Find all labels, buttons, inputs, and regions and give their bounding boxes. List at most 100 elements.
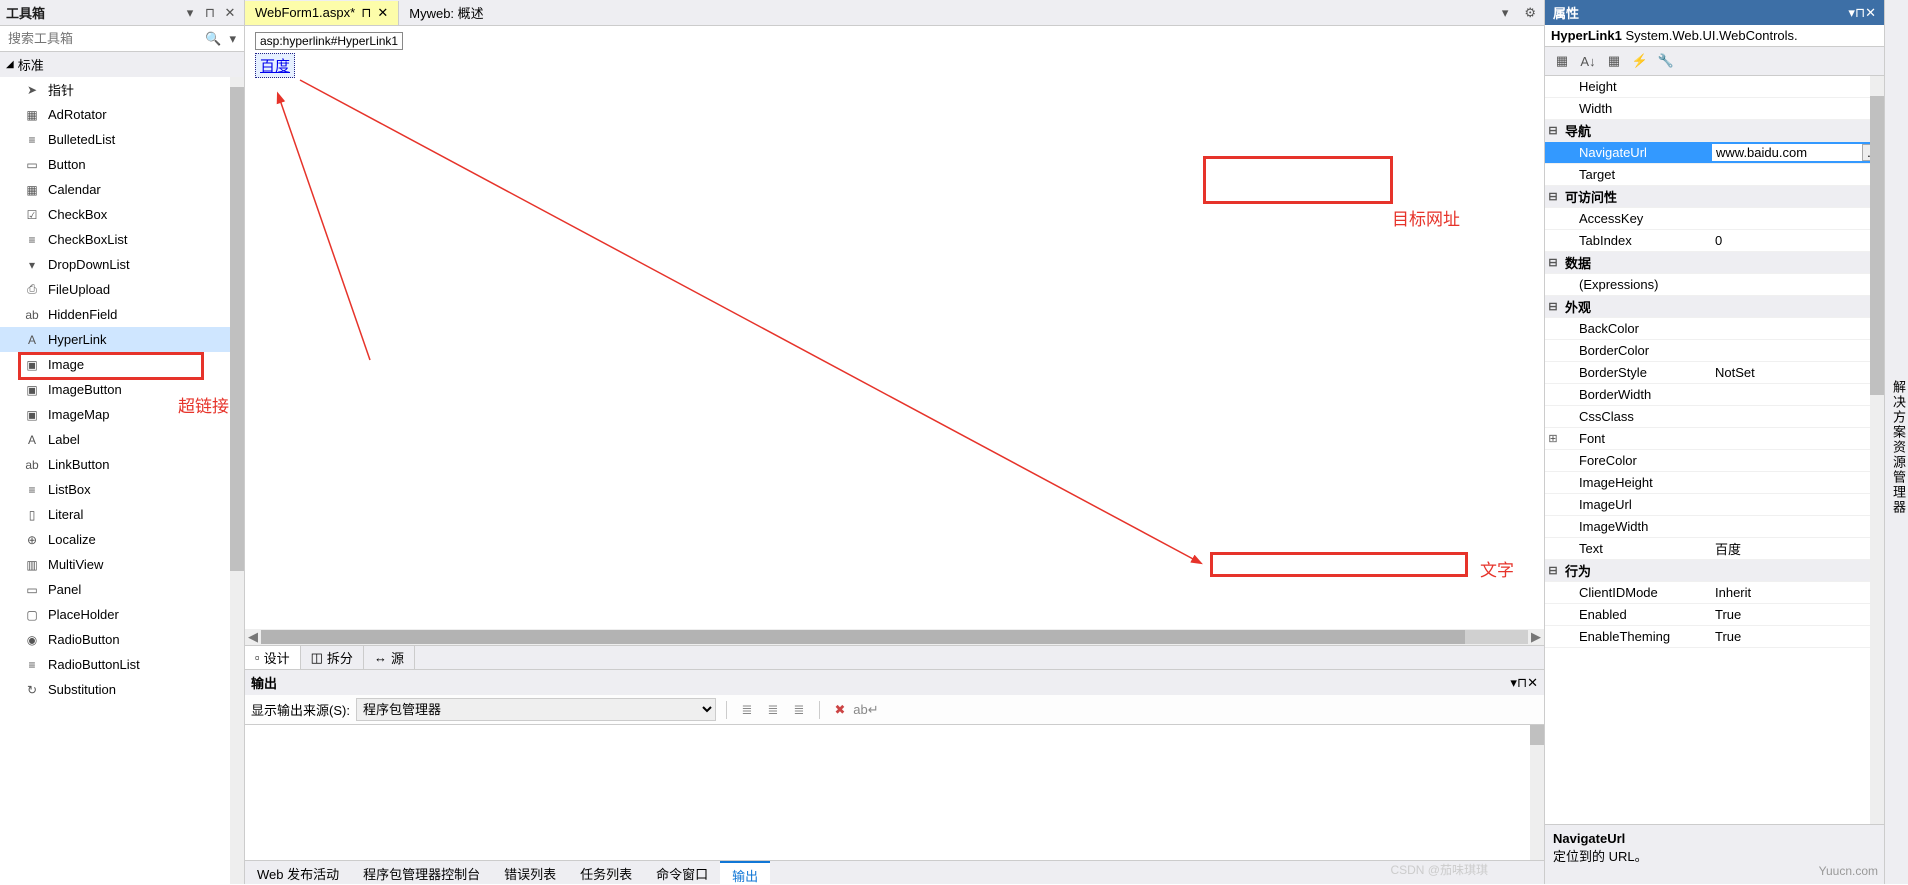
prop-row-font[interactable]: ⊞Font <box>1545 428 1884 450</box>
prop-row-text[interactable]: Text百度 <box>1545 538 1884 560</box>
prop-row-clientidmode[interactable]: ClientIDModeInherit <box>1545 582 1884 604</box>
wrench-icon[interactable]: 🔧 <box>1655 50 1677 72</box>
toolbox-item-panel[interactable]: ▭Panel <box>0 577 244 602</box>
toolbox-item-literal[interactable]: ▯Literal <box>0 502 244 527</box>
properties-scrollbar[interactable] <box>1870 76 1884 824</box>
toolbox-item-hyperlink[interactable]: AHyperLink <box>0 327 244 352</box>
bottom-tab-4[interactable]: 命令窗口 <box>644 861 720 884</box>
wrap-icon[interactable]: ab↵ <box>856 700 876 720</box>
toolbox-scrollbar[interactable] <box>230 77 244 884</box>
toolbox-item-adrotator[interactable]: ▦AdRotator <box>0 102 244 127</box>
toolbox-item-image[interactable]: ▣Image <box>0 352 244 377</box>
bottom-tab-0[interactable]: Web 发布活动 <box>245 861 351 884</box>
toolbox-item-button[interactable]: ▭Button <box>0 152 244 177</box>
solution-explorer-tab[interactable]: 解决方案资源管理器 <box>1884 0 1908 884</box>
search-icon[interactable]: 🔍 <box>201 31 225 47</box>
prop-row-enabletheming[interactable]: EnableThemingTrue <box>1545 626 1884 648</box>
tab-myweb[interactable]: Myweb: 概述 <box>399 0 493 26</box>
toolbox-item-指针[interactable]: ➤指针 <box>0 77 244 102</box>
bottom-tab-1[interactable]: 程序包管理器控制台 <box>351 861 492 884</box>
toolbox-item-dropdownlist[interactable]: ▾DropDownList <box>0 252 244 277</box>
hyperlink-control[interactable]: 百度 <box>255 53 295 78</box>
prop-category[interactable]: ⊟数据 <box>1545 252 1884 274</box>
toolbox-item-fileupload[interactable]: ⎙FileUpload <box>0 277 244 302</box>
prop-category[interactable]: ⊟行为 <box>1545 560 1884 582</box>
clear-icon[interactable]: ▾ <box>225 31 240 47</box>
toolbox-item-imagemap[interactable]: ▣ImageMap <box>0 402 244 427</box>
output-source-label: 显示输出来源(S): <box>251 700 350 719</box>
view-design[interactable]: ▫设计 <box>245 646 301 669</box>
prop-row-bordercolor[interactable]: BorderColor <box>1545 340 1884 362</box>
pin-icon[interactable]: ⊓ <box>1855 5 1865 21</box>
toolbox-item-radiobutton[interactable]: ◉RadioButton <box>0 627 244 652</box>
prop-row-height[interactable]: Height <box>1545 76 1884 98</box>
pin-icon[interactable]: ⊓ <box>1517 675 1527 691</box>
dropdown-icon[interactable]: ▾ <box>182 5 198 21</box>
toolbox-item-localize[interactable]: ⊕Localize <box>0 527 244 552</box>
search-input[interactable] <box>4 28 201 49</box>
toolbox-item-hiddenfield[interactable]: abHiddenField <box>0 302 244 327</box>
toolbox-item-listbox[interactable]: ≡ListBox <box>0 477 244 502</box>
properties-icon[interactable]: ▦ <box>1603 50 1625 72</box>
horizontal-scrollbar[interactable]: ◀▶ <box>245 629 1544 645</box>
toolbox-item-bulletedlist[interactable]: ≡BulletedList <box>0 127 244 152</box>
output-source-select[interactable]: 程序包管理器 <box>356 698 716 721</box>
prop-row-accesskey[interactable]: AccessKey <box>1545 208 1884 230</box>
output-btn-1[interactable]: ≣ <box>737 700 757 720</box>
toolbox-item-substitution[interactable]: ↻Substitution <box>0 677 244 702</box>
categorized-icon[interactable]: ▦ <box>1551 50 1573 72</box>
toolbox-item-checkbox[interactable]: ☑CheckBox <box>0 202 244 227</box>
prop-row-cssclass[interactable]: CssClass <box>1545 406 1884 428</box>
alphabetical-icon[interactable]: A↓ <box>1577 50 1599 72</box>
toolbox-item-imagebutton[interactable]: ▣ImageButton <box>0 377 244 402</box>
close-icon[interactable]: ✕ <box>1527 675 1538 691</box>
close-icon[interactable]: ✕ <box>1865 5 1876 21</box>
tool-label: Literal <box>48 507 83 522</box>
toolbox-item-label[interactable]: ALabel <box>0 427 244 452</box>
toolbox-category[interactable]: ◢ 标准 <box>0 52 244 77</box>
output-btn-3[interactable]: ≣ <box>789 700 809 720</box>
element-tag[interactable]: asp:hyperlink#HyperLink1 <box>255 32 403 50</box>
bottom-tab-5[interactable]: 输出 <box>720 861 770 884</box>
close-icon[interactable]: ✕ <box>377 5 388 21</box>
view-source[interactable]: ↔源 <box>364 646 415 669</box>
properties-selector[interactable]: HyperLink1 System.Web.UI.WebControls. <box>1545 25 1884 47</box>
toolbox-item-linkbutton[interactable]: abLinkButton <box>0 452 244 477</box>
prop-row-navigateurl[interactable]: NavigateUrlwww.baidu.com... <box>1545 142 1884 164</box>
prop-row-backcolor[interactable]: BackColor <box>1545 318 1884 340</box>
gear-icon[interactable]: ⚙ <box>1516 5 1544 21</box>
view-split[interactable]: ◫拆分 <box>301 646 364 669</box>
prop-row-borderstyle[interactable]: BorderStyleNotSet <box>1545 362 1884 384</box>
bottom-tab-2[interactable]: 错误列表 <box>492 861 568 884</box>
close-icon[interactable]: ✕ <box>222 5 238 21</box>
design-surface[interactable]: asp:hyperlink#HyperLink1 百度 <box>245 26 1544 629</box>
prop-row-imageheight[interactable]: ImageHeight <box>1545 472 1884 494</box>
prop-row-width[interactable]: Width <box>1545 98 1884 120</box>
pin-icon[interactable]: ⊓ <box>202 5 218 21</box>
bottom-tab-3[interactable]: 任务列表 <box>568 861 644 884</box>
prop-row-target[interactable]: Target <box>1545 164 1884 186</box>
prop-row-tabindex[interactable]: TabIndex0 <box>1545 230 1884 252</box>
toolbox-item-radiobuttonlist[interactable]: ≡RadioButtonList <box>0 652 244 677</box>
tabs-dropdown-icon[interactable]: ▾ <box>1494 5 1517 21</box>
prop-category[interactable]: ⊟可访问性 <box>1545 186 1884 208</box>
prop-category[interactable]: ⊟外观 <box>1545 296 1884 318</box>
prop-row-expressions[interactable]: (Expressions) <box>1545 274 1884 296</box>
tab-webform[interactable]: WebForm1.aspx* ⊓ ✕ <box>245 1 399 25</box>
output-btn-2[interactable]: ≣ <box>763 700 783 720</box>
prop-row-imagewidth[interactable]: ImageWidth <box>1545 516 1884 538</box>
prop-row-imageurl[interactable]: ImageUrl <box>1545 494 1884 516</box>
prop-row-forecolor[interactable]: ForeColor <box>1545 450 1884 472</box>
prop-row-borderwidth[interactable]: BorderWidth <box>1545 384 1884 406</box>
prop-row-enabled[interactable]: EnabledTrue <box>1545 604 1884 626</box>
toolbox-item-calendar[interactable]: ▦Calendar <box>0 177 244 202</box>
toolbox-item-placeholder[interactable]: ▢PlaceHolder <box>0 602 244 627</box>
output-scrollbar[interactable] <box>1530 725 1544 860</box>
events-icon[interactable]: ⚡ <box>1629 50 1651 72</box>
toolbox-item-checkboxlist[interactable]: ≡CheckBoxList <box>0 227 244 252</box>
toolbox-item-multiview[interactable]: ▥MultiView <box>0 552 244 577</box>
prop-category[interactable]: ⊟导航 <box>1545 120 1884 142</box>
pin-icon[interactable]: ⊓ <box>361 5 371 21</box>
clear-icon[interactable]: ✖ <box>830 700 850 720</box>
tool-label: MultiView <box>48 557 103 572</box>
